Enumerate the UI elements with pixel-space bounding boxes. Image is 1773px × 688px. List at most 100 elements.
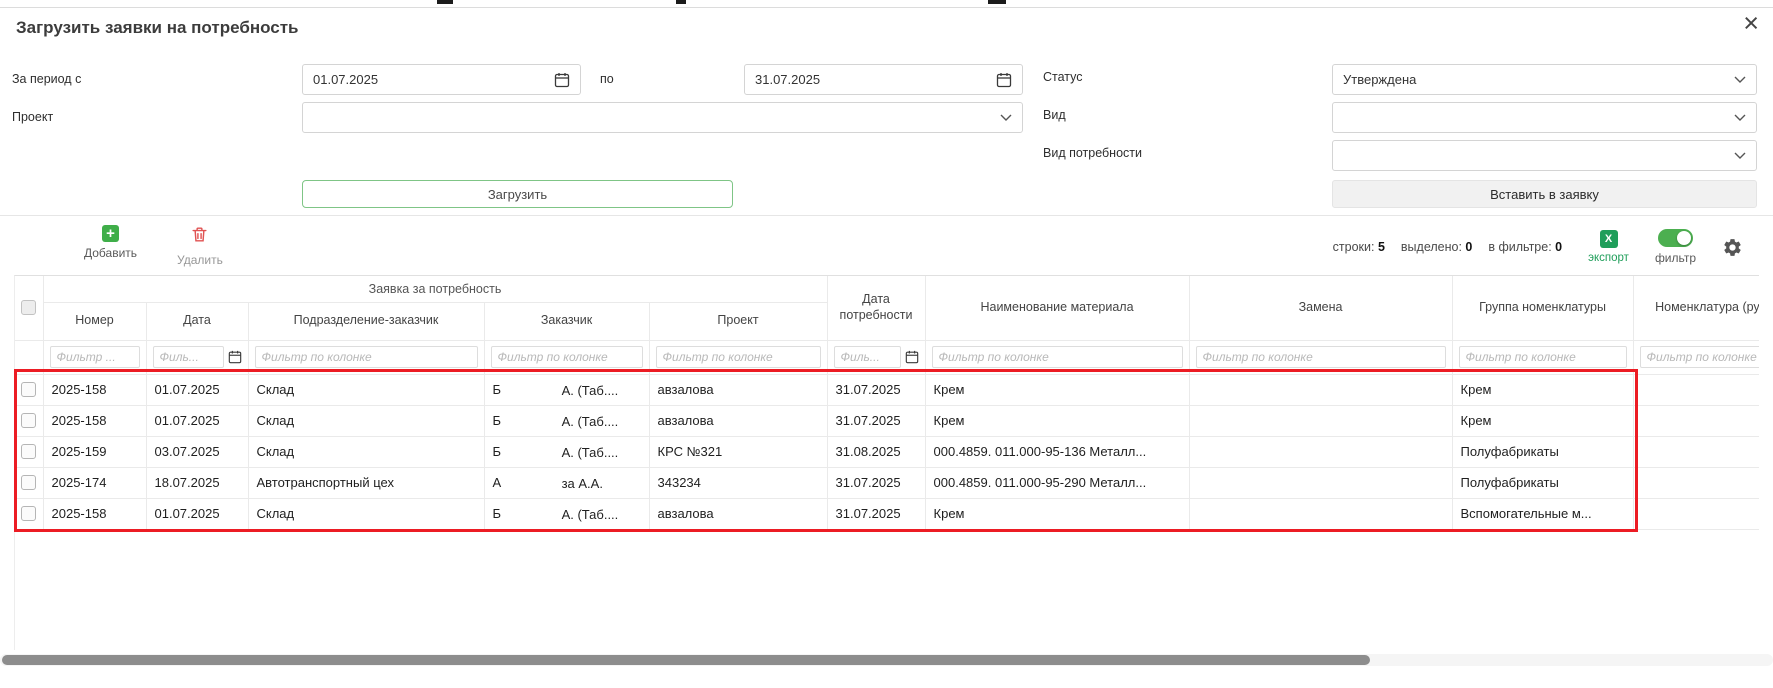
cell-project: авзалова bbox=[649, 405, 827, 436]
selected-counter: выделено: 0 bbox=[1401, 240, 1472, 254]
table-row[interactable]: 2025-15801.07.2025СкладБА. (Таб....авзал… bbox=[15, 374, 1759, 405]
period-from-field[interactable] bbox=[302, 64, 581, 95]
load-button[interactable]: Загрузить bbox=[302, 180, 733, 208]
column-filter-input[interactable] bbox=[1459, 346, 1627, 368]
period-to-field[interactable] bbox=[744, 64, 1023, 95]
cell-project: 343234 bbox=[649, 467, 827, 498]
filter-cell-2 bbox=[248, 340, 484, 374]
column-header-2[interactable]: Подразделение-заказчик bbox=[248, 302, 484, 340]
vid-potrebnosti-select[interactable] bbox=[1332, 140, 1757, 171]
filter-cell-1 bbox=[146, 340, 248, 374]
calendar-icon[interactable] bbox=[905, 350, 919, 364]
period-from-label: За период с bbox=[12, 72, 81, 86]
horizontal-scrollbar-thumb[interactable] bbox=[2, 655, 1370, 665]
cell-material: Крем bbox=[925, 374, 1189, 405]
period-to-input[interactable] bbox=[755, 72, 990, 87]
toggle-on-icon[interactable] bbox=[1658, 229, 1693, 247]
status-select[interactable]: Утверждена bbox=[1332, 64, 1757, 95]
column-filter-input[interactable] bbox=[50, 346, 140, 368]
close-icon[interactable]: × bbox=[1743, 10, 1759, 37]
row-checkbox-cell bbox=[15, 374, 43, 405]
filter-cell-0 bbox=[43, 340, 146, 374]
insert-into-request-button[interactable]: Вставить в заявку bbox=[1332, 180, 1757, 208]
vid-select[interactable] bbox=[1332, 102, 1757, 133]
cell-nomenclature bbox=[1633, 467, 1759, 498]
gear-icon[interactable] bbox=[1722, 237, 1743, 258]
row-checkbox-cell bbox=[15, 405, 43, 436]
cell-need_date: 31.07.2025 bbox=[827, 467, 925, 498]
in-filter-counter: в фильтре: 0 bbox=[1488, 240, 1562, 254]
column-header-9[interactable]: Номенклатура (руч ввод) bbox=[1633, 276, 1759, 340]
toggle-knob bbox=[1677, 231, 1691, 245]
column-filter-input[interactable] bbox=[255, 346, 478, 368]
dialog-top-divider bbox=[0, 7, 1773, 8]
column-filter-input[interactable] bbox=[1196, 346, 1446, 368]
calendar-icon[interactable] bbox=[996, 72, 1012, 88]
requests-table: Заявка за потребностьДата потребностиНаи… bbox=[15, 276, 1759, 530]
cell-customer: БА. (Таб.... bbox=[484, 374, 649, 405]
column-header-1[interactable]: Дата bbox=[146, 302, 248, 340]
calendar-icon[interactable] bbox=[554, 72, 570, 88]
row-checkbox[interactable] bbox=[21, 506, 36, 521]
column-filter-input[interactable] bbox=[834, 346, 901, 368]
cell-number: 2025-174 bbox=[43, 467, 146, 498]
cell-department: Склад bbox=[248, 405, 484, 436]
column-header-6[interactable]: Наименование материала bbox=[925, 276, 1189, 340]
table-row[interactable]: 2025-15801.07.2025СкладБА. (Таб....авзал… bbox=[15, 498, 1759, 529]
row-checkbox[interactable] bbox=[21, 382, 36, 397]
period-to-label: по bbox=[600, 72, 614, 86]
filter-cell-5 bbox=[827, 340, 925, 374]
add-button[interactable]: + Добавить bbox=[84, 225, 137, 267]
row-checkbox-cell bbox=[15, 436, 43, 467]
column-header-7[interactable]: Замена bbox=[1189, 276, 1452, 340]
column-filter-input[interactable] bbox=[491, 346, 643, 368]
calendar-icon[interactable] bbox=[228, 350, 242, 364]
filter-cell-6 bbox=[925, 340, 1189, 374]
cell-replacement bbox=[1189, 436, 1452, 467]
chevron-down-icon bbox=[1000, 114, 1012, 121]
cell-project: авзалова bbox=[649, 498, 827, 529]
cell-need_date: 31.07.2025 bbox=[827, 405, 925, 436]
cell-number: 2025-158 bbox=[43, 498, 146, 529]
column-header-8[interactable]: Группа номенклатуры bbox=[1452, 276, 1633, 340]
cell-need_date: 31.07.2025 bbox=[827, 374, 925, 405]
period-from-input[interactable] bbox=[313, 72, 548, 87]
row-checkbox-cell bbox=[15, 467, 43, 498]
export-button[interactable]: X экспорт bbox=[1588, 230, 1629, 264]
delete-label: Удалить bbox=[177, 253, 223, 267]
cell-customer: Аза А.А. bbox=[484, 467, 649, 498]
background-window-fragment bbox=[676, 0, 686, 4]
cell-replacement bbox=[1189, 374, 1452, 405]
cell-group: Крем bbox=[1452, 405, 1633, 436]
cell-need_date: 31.07.2025 bbox=[827, 498, 925, 529]
select-all-checkbox[interactable] bbox=[21, 300, 36, 315]
cell-nomenclature bbox=[1633, 374, 1759, 405]
project-select[interactable] bbox=[302, 102, 1023, 133]
grid-counters: строки: 5 выделено: 0 в фильтре: 0 bbox=[1333, 240, 1562, 254]
delete-button[interactable]: Удалить bbox=[177, 225, 223, 267]
column-header-0[interactable]: Номер bbox=[43, 302, 146, 340]
table-row[interactable]: 2025-15903.07.2025СкладБА. (Таб....КРС №… bbox=[15, 436, 1759, 467]
filter-cell-3 bbox=[484, 340, 649, 374]
row-checkbox[interactable] bbox=[21, 475, 36, 490]
table-row[interactable]: 2025-15801.07.2025СкладБА. (Таб....авзал… bbox=[15, 405, 1759, 436]
cell-date: 03.07.2025 bbox=[146, 436, 248, 467]
chevron-down-icon bbox=[1734, 114, 1746, 121]
row-checkbox[interactable] bbox=[21, 444, 36, 459]
filter-toggle[interactable]: фильтр bbox=[1655, 229, 1696, 265]
column-header-5[interactable]: Дата потребности bbox=[827, 276, 925, 340]
filter-cell-4 bbox=[649, 340, 827, 374]
table-row[interactable]: 2025-17418.07.2025Автотранспортный цехАз… bbox=[15, 467, 1759, 498]
cell-need_date: 31.08.2025 bbox=[827, 436, 925, 467]
status-value: Утверждена bbox=[1343, 72, 1728, 87]
column-filter-input[interactable] bbox=[1640, 346, 1759, 368]
row-checkbox[interactable] bbox=[21, 413, 36, 428]
column-filter-input[interactable] bbox=[932, 346, 1183, 368]
cell-department: Склад bbox=[248, 436, 484, 467]
group-header: Заявка за потребность bbox=[43, 276, 827, 302]
column-header-4[interactable]: Проект bbox=[649, 302, 827, 340]
column-filter-input[interactable] bbox=[656, 346, 821, 368]
column-filter-input[interactable] bbox=[153, 346, 224, 368]
column-header-3[interactable]: Заказчик bbox=[484, 302, 649, 340]
cell-number: 2025-158 bbox=[43, 405, 146, 436]
